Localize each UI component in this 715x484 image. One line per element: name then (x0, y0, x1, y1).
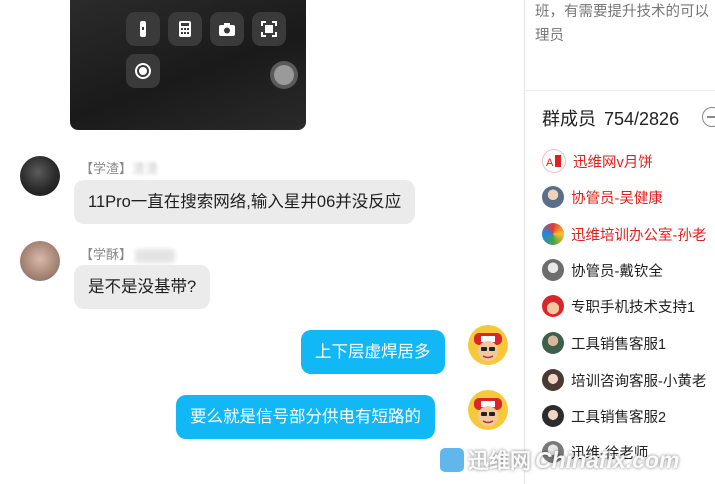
avatar[interactable] (468, 325, 508, 365)
member-item[interactable]: 工具销售客服1 (542, 331, 666, 355)
avatar[interactable] (468, 390, 508, 430)
assistive-touch-icon (274, 65, 294, 85)
svg-text:A: A (546, 157, 554, 169)
message-bubble[interactable]: 上下层虚焊居多 (301, 330, 445, 374)
avatar (542, 405, 564, 427)
blurred-name (135, 248, 176, 263)
avatar: A (542, 149, 566, 173)
calculator-icon (168, 12, 202, 46)
avatar (542, 259, 564, 281)
member-item[interactable]: 迅维培训办公室-孙老 (542, 222, 706, 246)
avatar (542, 295, 564, 317)
message-bubble[interactable]: 要么就是信号部分供电有短路的 (176, 395, 435, 439)
message-bubble[interactable]: 11Pro一直在搜索网络,输入星井06并没反应 (74, 180, 416, 224)
avatar[interactable] (20, 241, 60, 281)
member-item[interactable]: 协管员-戴钦全 (542, 258, 663, 282)
member-item[interactable]: A 迅维网v月饼 (542, 149, 653, 173)
avatar (542, 332, 564, 354)
scanner-icon (252, 12, 286, 46)
group-info-panel: 班，有需要提升技术的可以 理员 群成员 754/2826 A 迅维网v月饼 协管员… (525, 0, 715, 484)
record-icon (126, 54, 160, 88)
avatar (542, 223, 564, 245)
flashlight-icon (126, 12, 160, 46)
sender-label: 【学酥】 (80, 244, 176, 263)
chat-panel: 【学渣】渣渣 11Pro一直在搜索网络,输入星井06并没反应 【学酥】 是不是没… (0, 0, 524, 484)
member-item[interactable]: 专职手机技术支持1 (542, 294, 695, 318)
member-item[interactable]: 工具销售客服2 (542, 404, 666, 428)
avatar[interactable] (20, 156, 60, 196)
watermark: 迅维网 Chinafix.com (440, 440, 679, 480)
avatar (542, 186, 564, 208)
members-header: 群成员 754/2826 (542, 109, 680, 129)
divider (525, 90, 715, 91)
collapse-icon[interactable] (702, 107, 715, 127)
message-bubble[interactable]: 是不是没基带? (74, 265, 211, 309)
sender-label: 【学渣】渣渣 (80, 161, 159, 176)
group-notice: 班，有需要提升技术的可以 理员 (535, 4, 709, 44)
chinafix-logo-icon (440, 448, 464, 472)
image-message[interactable] (70, 0, 306, 130)
avatar (542, 369, 564, 391)
member-item[interactable]: 协管员-吴健康 (542, 185, 663, 209)
camera-icon (210, 12, 244, 46)
member-item[interactable]: 培训咨询客服-小黄老 (542, 368, 706, 392)
